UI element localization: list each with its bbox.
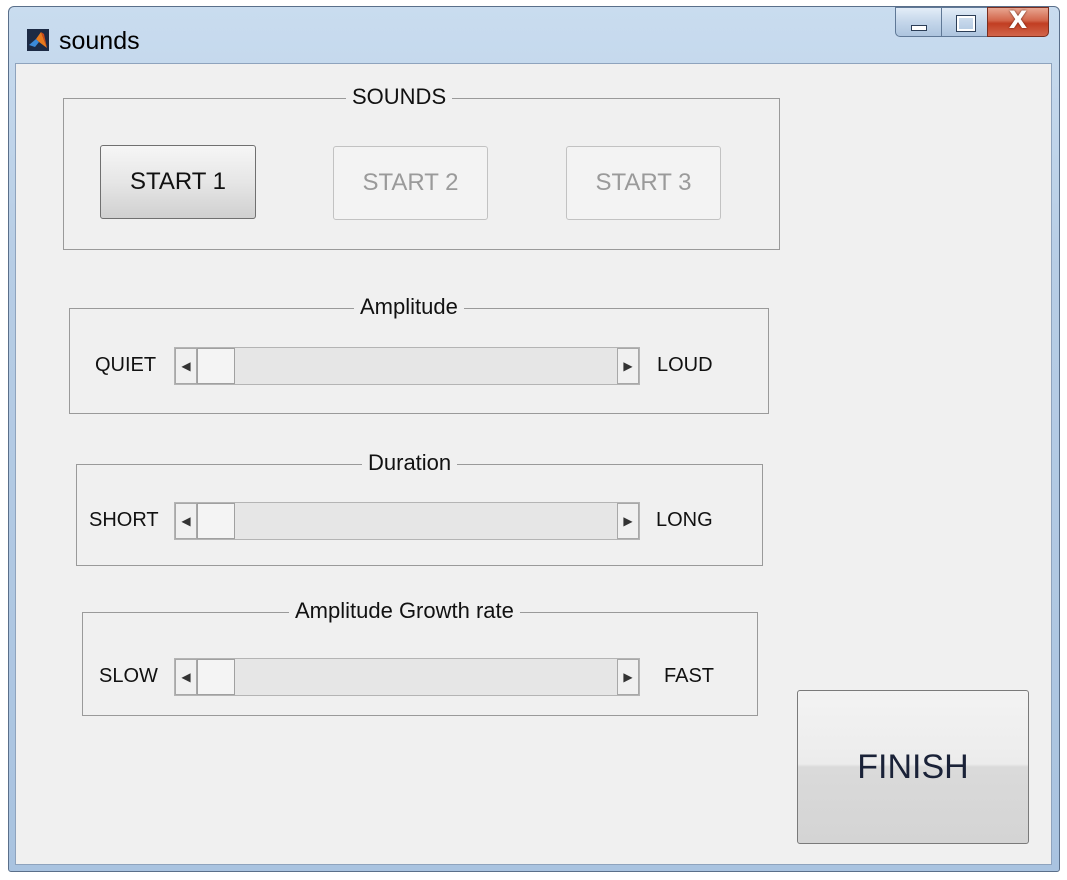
amplitude-slider[interactable]: ◀ ▶ [174, 347, 640, 385]
window-title: sounds [59, 27, 140, 55]
maximize-icon [956, 15, 976, 32]
growth-rate-max-label: FAST [664, 665, 715, 687]
duration-slider[interactable]: ◀ ▶ [174, 502, 640, 540]
window-controls: X [895, 6, 1049, 39]
start-3-button[interactable]: START 3 [566, 146, 721, 220]
slider-left-arrow-icon[interactable]: ◀ [175, 503, 197, 539]
matlab-logo-icon [27, 29, 49, 51]
slider-left-arrow-icon[interactable]: ◀ [175, 659, 197, 695]
amplitude-min-label: QUIET [95, 354, 157, 376]
finish-button[interactable]: FINISH [797, 690, 1029, 844]
duration-max-label: LONG [656, 509, 713, 531]
growth-rate-slider-thumb[interactable] [197, 659, 235, 695]
duration-slider-thumb[interactable] [197, 503, 235, 539]
maximize-button[interactable] [941, 7, 987, 37]
duration-min-label: SHORT [89, 509, 159, 531]
minimize-icon [911, 25, 927, 31]
slider-right-arrow-icon[interactable]: ▶ [617, 659, 639, 695]
start-1-button[interactable]: START 1 [100, 145, 256, 219]
amplitude-slider-thumb[interactable] [197, 348, 235, 384]
amplitude-max-label: LOUD [657, 354, 713, 376]
sounds-panel: SOUNDS START 1 START 2 START 3 [63, 83, 780, 250]
client-area: SOUNDS START 1 START 2 START 3 Amplitude… [15, 63, 1052, 865]
sounds-panel-title: SOUNDS [346, 83, 453, 111]
close-icon: X [1008, 6, 1028, 34]
title-bar[interactable]: sounds X [9, 6, 1059, 63]
slider-right-arrow-icon[interactable]: ▶ [617, 503, 639, 539]
amplitude-panel-title: Amplitude [354, 293, 464, 321]
slider-left-arrow-icon[interactable]: ◀ [175, 348, 197, 384]
minimize-button[interactable] [895, 7, 941, 37]
app-window: sounds X SOUNDS START 1 START 2 START 3 … [8, 6, 1060, 872]
growth-rate-min-label: SLOW [99, 665, 158, 687]
duration-panel-title: Duration [362, 449, 458, 477]
growth-rate-slider[interactable]: ◀ ▶ [174, 658, 640, 696]
close-button[interactable]: X [987, 6, 1049, 37]
slider-right-arrow-icon[interactable]: ▶ [617, 348, 639, 384]
growth-rate-panel-title: Amplitude Growth rate [289, 597, 520, 625]
start-2-button[interactable]: START 2 [333, 146, 488, 220]
